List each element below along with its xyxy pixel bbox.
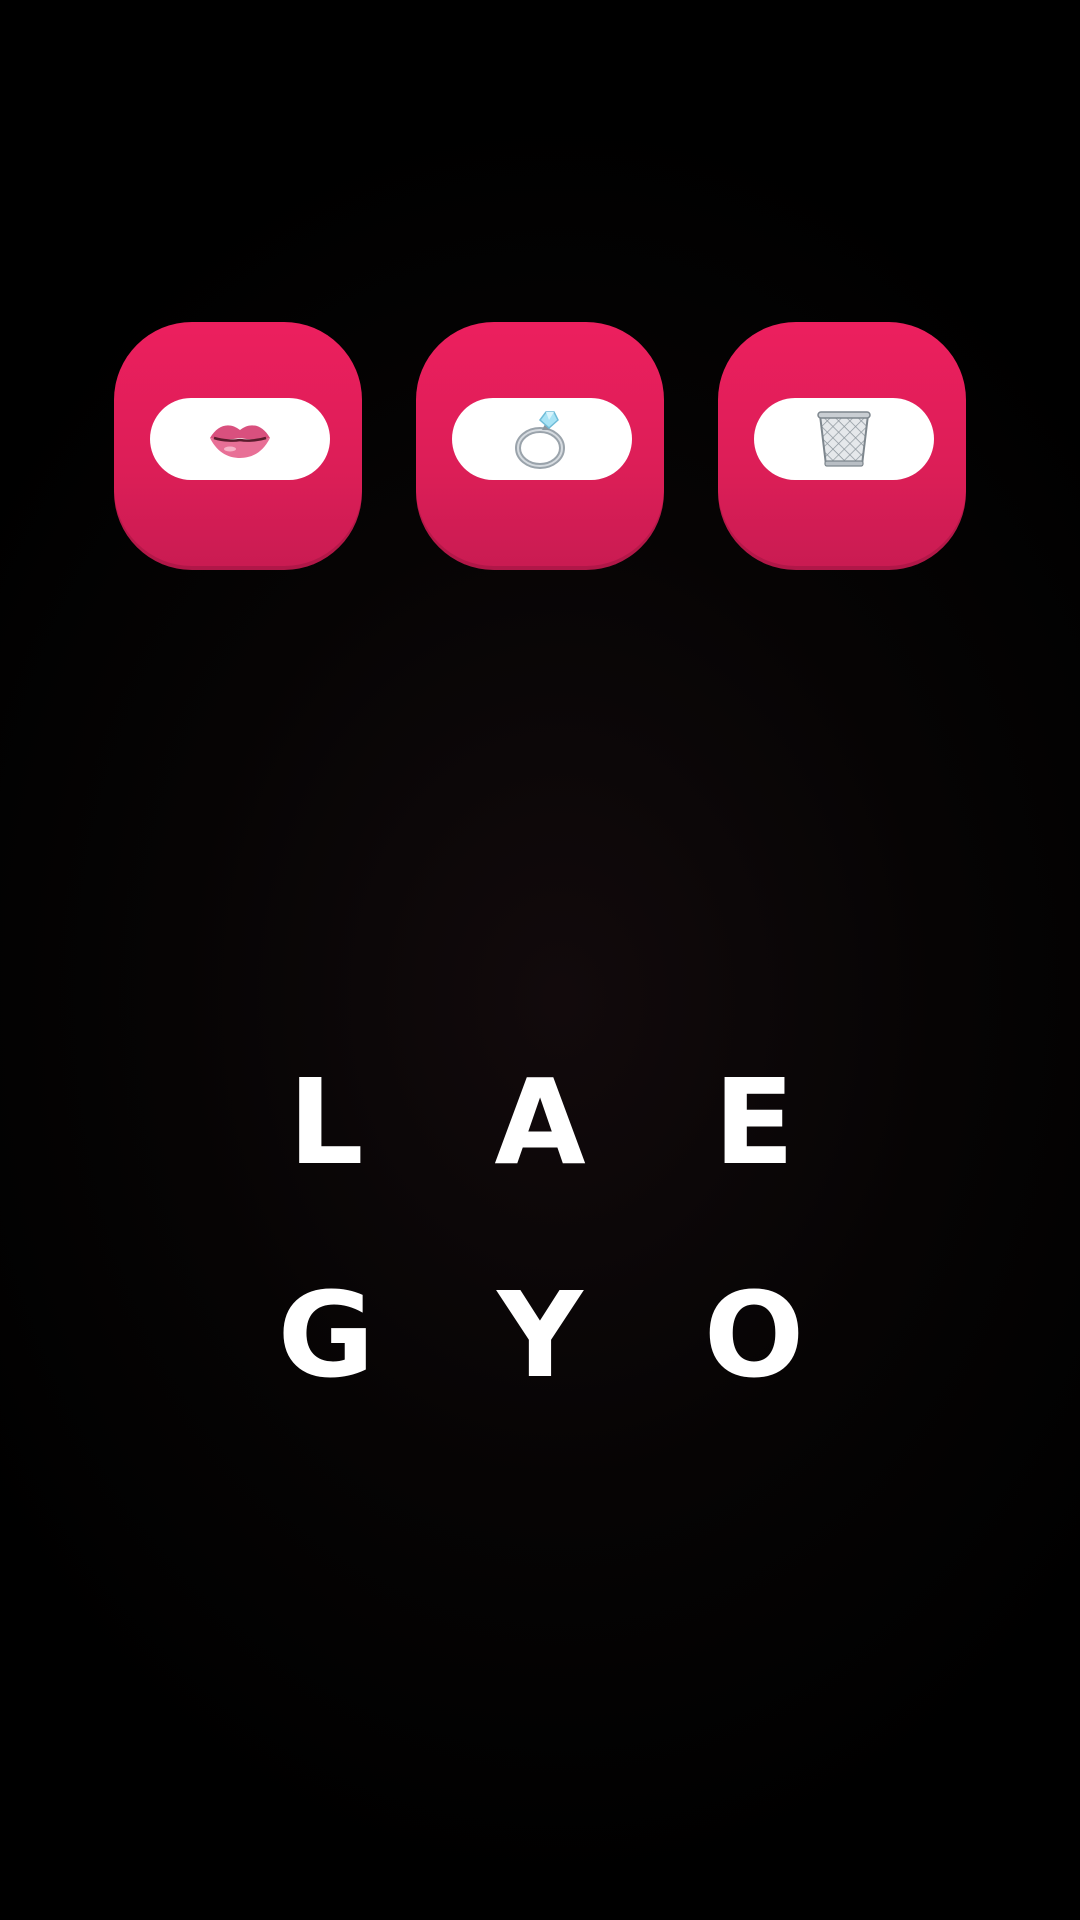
letter-tile[interactable]: G — [256, 1265, 396, 1405]
letter-tile[interactable]: Y — [470, 1265, 610, 1405]
letter-tile[interactable]: A — [470, 1052, 610, 1192]
letter-tile[interactable]: E — [684, 1052, 824, 1192]
letter-tile[interactable]: L — [256, 1052, 396, 1192]
letter-tile[interactable]: O — [684, 1265, 824, 1405]
letter-board: L A E G Y O — [0, 0, 1080, 1920]
